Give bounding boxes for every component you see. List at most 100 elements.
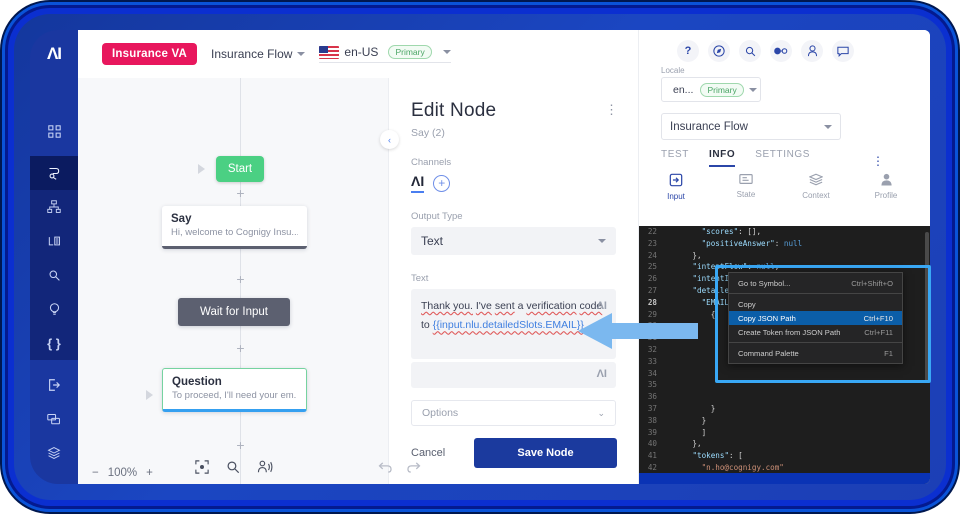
inspector-panel: ? Locale en... Primary Insurance Flow ⋮ …	[638, 30, 930, 484]
collapse-panel-button[interactable]: ‹	[380, 130, 399, 149]
inspector-locale-select[interactable]: en... Primary	[661, 77, 761, 102]
inspector-subtabs: Input State Context Profile	[639, 167, 930, 201]
flow-selector[interactable]: Insurance Flow	[211, 47, 306, 61]
code-line[interactable]: 34	[639, 368, 930, 380]
node-say-title: Say	[171, 213, 192, 225]
sidebar-item-packages[interactable]	[30, 436, 78, 470]
fit-to-screen-icon[interactable]	[195, 460, 209, 479]
code-line[interactable]: 24 },	[639, 250, 930, 262]
save-node-button[interactable]: Save Node	[474, 438, 617, 468]
context-menu-item[interactable]: Create Token from JSON Path Ctrl+F11	[729, 325, 902, 339]
listen-icon[interactable]	[257, 460, 273, 479]
chevron-down-icon	[442, 50, 451, 54]
flow-canvas[interactable]: Start + Say Hi, welcome to Cognigy Insu.…	[78, 78, 388, 484]
locale-selector[interactable]: en-US Primary	[319, 45, 451, 63]
us-flag-icon	[319, 45, 340, 59]
subtab-input[interactable]: Input	[655, 173, 697, 201]
sidebar-item-insights[interactable]	[30, 292, 78, 326]
add-node-button[interactable]: +	[235, 186, 246, 200]
node-inbound-arrow	[198, 164, 205, 174]
history-controls	[378, 460, 421, 476]
code-line-content: }	[665, 415, 707, 425]
sidebar-item-code[interactable]: { }	[30, 326, 78, 360]
node-say[interactable]: Say Hi, welcome to Cognigy Insu...	[162, 206, 307, 249]
add-node-button[interactable]: +	[235, 341, 246, 355]
tab-test[interactable]: TEST	[661, 149, 689, 167]
context-menu-item-shortcut: Ctrl+F11	[864, 327, 893, 337]
text-input-secondary[interactable]: ΛI	[411, 362, 616, 388]
code-line-number: 33	[647, 356, 657, 366]
sidebar-item-intents[interactable]	[30, 190, 78, 224]
ai-assist-icon[interactable]: ΛI	[597, 368, 607, 380]
code-line[interactable]: 23 "positiveAnswer": null	[639, 238, 930, 250]
edit-node-panel: ⋮ Edit Node Say (2) Channels ΛI + Output…	[388, 78, 638, 484]
person-icon[interactable]	[801, 40, 823, 62]
tab-info[interactable]: INFO	[708, 149, 736, 167]
code-line[interactable]: 37 }	[639, 403, 930, 415]
code-line-content	[665, 379, 720, 391]
zoom-out-button[interactable]: −	[92, 467, 99, 479]
code-line-content: "positiveAnswer": null	[701, 238, 803, 248]
add-node-button[interactable]: +	[235, 272, 246, 286]
add-channel-button[interactable]: +	[433, 174, 451, 192]
subtab-state-label: State	[736, 190, 756, 199]
code-line[interactable]: 35	[639, 379, 930, 391]
node-start[interactable]: Start	[216, 156, 264, 182]
subtab-context[interactable]: Context	[795, 173, 837, 201]
context-menu-item[interactable]: Go to Symbol... Ctrl+Shift+O	[729, 276, 902, 290]
context-menu-item-label: Copy JSON Path	[738, 313, 796, 323]
subtab-state[interactable]: State	[725, 173, 767, 201]
node-wait-for-input[interactable]: Wait for Input	[178, 298, 290, 326]
inspector-flow-select[interactable]: Insurance Flow	[661, 113, 841, 140]
inspector-kebab-menu[interactable]: ⋮	[872, 154, 884, 168]
primary-badge: Primary	[388, 45, 432, 59]
code-line-number: 22	[647, 227, 657, 236]
output-type-select[interactable]: Text	[411, 227, 616, 255]
code-line[interactable]: 39 ]	[639, 427, 930, 439]
sidebar-item-flows[interactable]	[30, 156, 78, 190]
sidebar-item-deploy[interactable]	[30, 368, 78, 402]
code-line[interactable]: 38 }	[639, 415, 930, 427]
tab-settings[interactable]: SETTINGS	[755, 149, 810, 167]
text-token-3: sent	[494, 300, 515, 312]
code-line[interactable]: 41 "tokens": [	[639, 450, 930, 462]
context-menu-item[interactable]: Copy JSON Path Ctrl+F10	[729, 311, 902, 325]
input-icon	[655, 173, 697, 190]
sidebar-item-overview[interactable]	[30, 114, 78, 148]
search-icon[interactable]	[739, 40, 761, 62]
context-menu-item[interactable]: Copy	[729, 297, 902, 311]
cancel-button[interactable]: Cancel	[411, 447, 445, 459]
node-start-label: Start	[227, 163, 253, 175]
code-line[interactable]: 22 "scores": [],	[639, 226, 930, 238]
agent-chip[interactable]: Insurance VA	[102, 43, 198, 65]
inspector-flow-value: Insurance Flow	[670, 120, 748, 133]
code-line-number: 36	[647, 392, 657, 402]
help-icon[interactable]: ?	[677, 40, 699, 62]
compass-icon[interactable]	[708, 40, 730, 62]
text-token-4: a	[517, 300, 524, 312]
options-accordion[interactable]: Options ⌄	[411, 400, 616, 426]
context-menu-item[interactable]: Command Palette F1	[729, 346, 902, 360]
undo-icon[interactable]	[378, 460, 393, 476]
chat-icon[interactable]	[832, 40, 854, 62]
subtab-profile[interactable]: Profile	[865, 173, 907, 201]
panel-subtitle: Say (2)	[411, 127, 445, 139]
sidebar-item-lexicons[interactable]	[30, 224, 78, 258]
sidebar-item-search[interactable]	[30, 258, 78, 292]
toggle-icon[interactable]	[770, 40, 792, 62]
code-line-number: 27	[647, 285, 657, 295]
channel-default-icon[interactable]: ΛI	[411, 173, 425, 193]
zoom-in-button[interactable]: +	[146, 467, 153, 479]
code-line[interactable]: 36	[639, 391, 930, 403]
node-question[interactable]: Question To proceed, I'll need your em..…	[162, 368, 307, 412]
code-line[interactable]: 42 "n.ho@cognigy.com"	[639, 462, 930, 474]
add-node-button[interactable]: +	[235, 438, 246, 452]
code-line[interactable]: 40 },	[639, 438, 930, 450]
sidebar-item-conversations[interactable]	[30, 402, 78, 436]
redo-icon[interactable]	[406, 460, 421, 476]
panel-kebab-menu[interactable]: ⋮	[605, 102, 618, 118]
search-icon[interactable]	[226, 460, 240, 479]
text-token-variable: {{input.nlu.detailedSlots.EMAIL}}	[432, 319, 584, 332]
code-scrollbar[interactable]	[925, 232, 929, 382]
context-menu[interactable]: Go to Symbol... Ctrl+Shift+O Copy Copy JSON…	[728, 272, 903, 364]
